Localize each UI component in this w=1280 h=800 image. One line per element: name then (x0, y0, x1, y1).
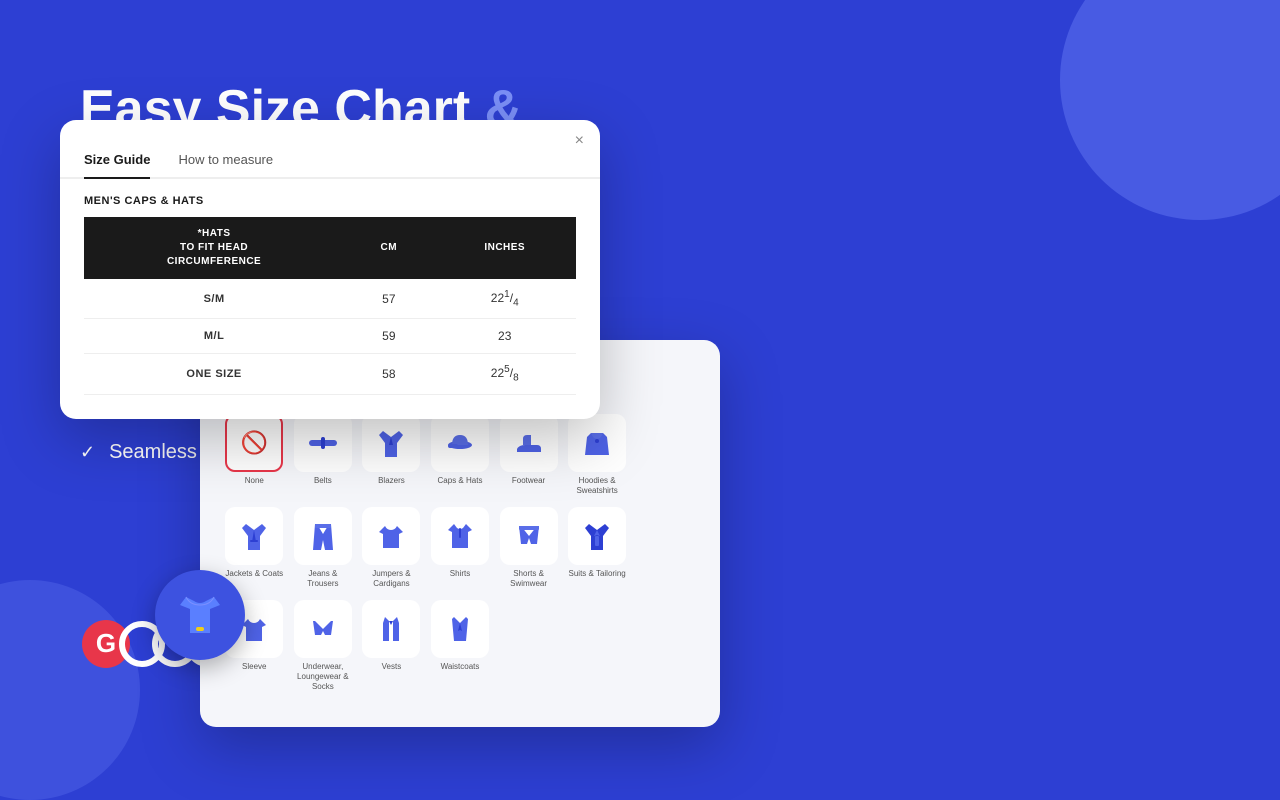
tab-how-to-measure[interactable]: How to measure (178, 144, 273, 179)
table-head: *HATSTO FIT HEADCIRCUMFERENCE CM INCHES (84, 217, 576, 279)
bg-circle-bottom-left (0, 580, 140, 800)
category-label-shirts: Shirts (450, 569, 470, 579)
category-label-jackets: Jackets & Coats (225, 569, 283, 579)
table-row: M/L 59 23 (84, 319, 576, 354)
category-icon-shirts (431, 507, 489, 565)
category-footwear[interactable]: Footwear (498, 414, 559, 497)
category-jeans[interactable]: Jeans & Trousers (293, 507, 354, 590)
table-body: S/M 57 221/4 M/L 59 23 ONE SIZE 58 225/8 (84, 279, 576, 394)
cm-one: 58 (344, 354, 433, 394)
size-guide-card: × Size Guide How to measure MEN'S CAPS &… (60, 120, 600, 419)
size-one: ONE SIZE (84, 354, 344, 394)
size-ml: M/L (84, 319, 344, 354)
category-icon-footwear (500, 414, 558, 472)
category-icon-jackets (225, 507, 283, 565)
category-label-footwear: Footwear (512, 476, 545, 486)
category-label-waistcoats: Waistcoats (441, 662, 480, 672)
category-icon-jeans (294, 507, 352, 565)
category-icon-none: 🚫 (225, 414, 283, 472)
close-button[interactable]: × (575, 132, 584, 150)
category-icon-hoodies (568, 414, 626, 472)
card-tabs: Size Guide How to measure (60, 144, 600, 179)
category-label-belts: Belts (314, 476, 332, 486)
size-sm: S/M (84, 279, 344, 319)
category-icon-caps (431, 414, 489, 472)
category-belts[interactable]: Belts (293, 414, 354, 497)
category-jackets[interactable]: Jackets & Coats (224, 507, 285, 590)
card-body: MEN'S CAPS & HATS *HATSTO FIT HEADCIRCUM… (60, 179, 600, 419)
categories-row-3: Sleeve Underwear, Loungewear & Socks Ves… (224, 600, 696, 693)
category-label-vests: Vests (382, 662, 402, 672)
category-icon-waistcoats (431, 600, 489, 658)
category-label-underwear: Underwear, Loungewear & Socks (293, 662, 354, 693)
category-label-sleeve: Sleeve (242, 662, 266, 672)
bg-circle-top-right (1060, 0, 1280, 220)
cm-sm: 57 (344, 279, 433, 319)
category-icon-belts (294, 414, 352, 472)
col-head-inches: INCHES (433, 217, 576, 279)
category-shorts[interactable]: Shorts & Swimwear (498, 507, 559, 590)
check-icon: ✓ (80, 442, 95, 463)
table-title: MEN'S CAPS & HATS (84, 195, 576, 207)
card-header: × (60, 120, 600, 136)
size-table: *HATSTO FIT HEADCIRCUMFERENCE CM INCHES … (84, 217, 576, 395)
tab-size-guide[interactable]: Size Guide (84, 144, 150, 179)
category-icon-underwear (294, 600, 352, 658)
inches-sm: 221/4 (433, 279, 576, 319)
category-waistcoats[interactable]: Waistcoats (430, 600, 491, 693)
category-vests[interactable]: Vests (361, 600, 422, 693)
category-none[interactable]: 🚫 None (224, 414, 285, 497)
category-jumpers[interactable]: Jumpers & Cardigans (361, 507, 422, 590)
categories-row-1: 🚫 None Belts Blazers (224, 414, 696, 497)
inches-ml: 23 (433, 319, 576, 354)
category-icon-vests (362, 600, 420, 658)
category-suits[interactable]: Suits & Tailoring (567, 507, 628, 590)
category-caps[interactable]: Caps & Hats (430, 414, 491, 497)
category-icon-blazers (362, 414, 420, 472)
table-head-row: *HATSTO FIT HEADCIRCUMFERENCE CM INCHES (84, 217, 576, 279)
category-label-blazers: Blazers (378, 476, 405, 486)
category-label-suits: Suits & Tailoring (569, 569, 626, 579)
category-label-shorts: Shorts & Swimwear (498, 569, 559, 590)
category-icon-suits (568, 507, 626, 565)
inches-one: 225/8 (433, 354, 576, 394)
category-hoodies[interactable]: Hoodies & Sweatshirts (567, 414, 628, 497)
category-shirts[interactable]: Shirts (430, 507, 491, 590)
category-label-none: None (245, 476, 264, 486)
category-label-caps: Caps & Hats (438, 476, 483, 486)
category-underwear[interactable]: Underwear, Loungewear & Socks (293, 600, 354, 693)
tshirt-bubble (155, 570, 245, 660)
category-icon-jumpers (362, 507, 420, 565)
table-row: ONE SIZE 58 225/8 (84, 354, 576, 394)
table-row: S/M 57 221/4 (84, 279, 576, 319)
categories-row-2: Jackets & Coats Jeans & Trousers Jumpers… (224, 507, 696, 590)
category-label-hoodies: Hoodies & Sweatshirts (567, 476, 628, 497)
category-blazers[interactable]: Blazers (361, 414, 422, 497)
category-icon-shorts (500, 507, 558, 565)
col-head-cm: CM (344, 217, 433, 279)
category-label-jumpers: Jumpers & Cardigans (361, 569, 422, 590)
category-label-jeans: Jeans & Trousers (293, 569, 354, 590)
svg-text:G: G (96, 628, 116, 658)
cm-ml: 59 (344, 319, 433, 354)
col-head-size: *HATSTO FIT HEADCIRCUMFERENCE (84, 217, 344, 279)
